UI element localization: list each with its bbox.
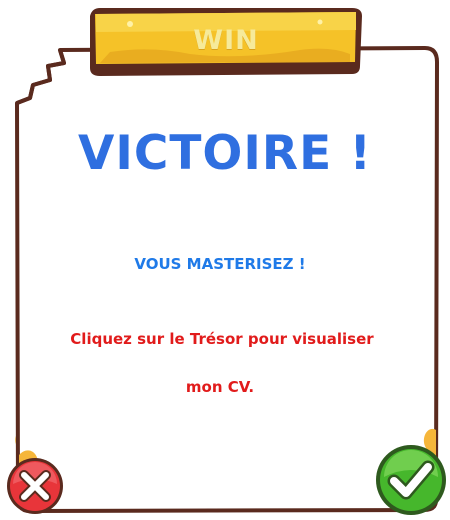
banner-label: WIN [193, 24, 259, 56]
dialog-title: VICTOIRE ! [78, 126, 372, 181]
dialog-message-line-1: Cliquez sur le Trésor pour visualiser [70, 330, 374, 348]
dialog-subtitle: VOUS MASTERISEZ ! [134, 255, 306, 273]
close-icon [7, 458, 63, 514]
victory-dialog: WIN VICTOIRE ! VOUS MASTERISEZ ! Cliquez… [0, 0, 450, 520]
checkmark-icon [376, 445, 446, 515]
confirm-button[interactable] [374, 443, 448, 517]
paper-panel [15, 46, 439, 513]
cancel-button[interactable] [5, 456, 65, 516]
dialog-message-line-2: mon CV. [185, 378, 255, 396]
